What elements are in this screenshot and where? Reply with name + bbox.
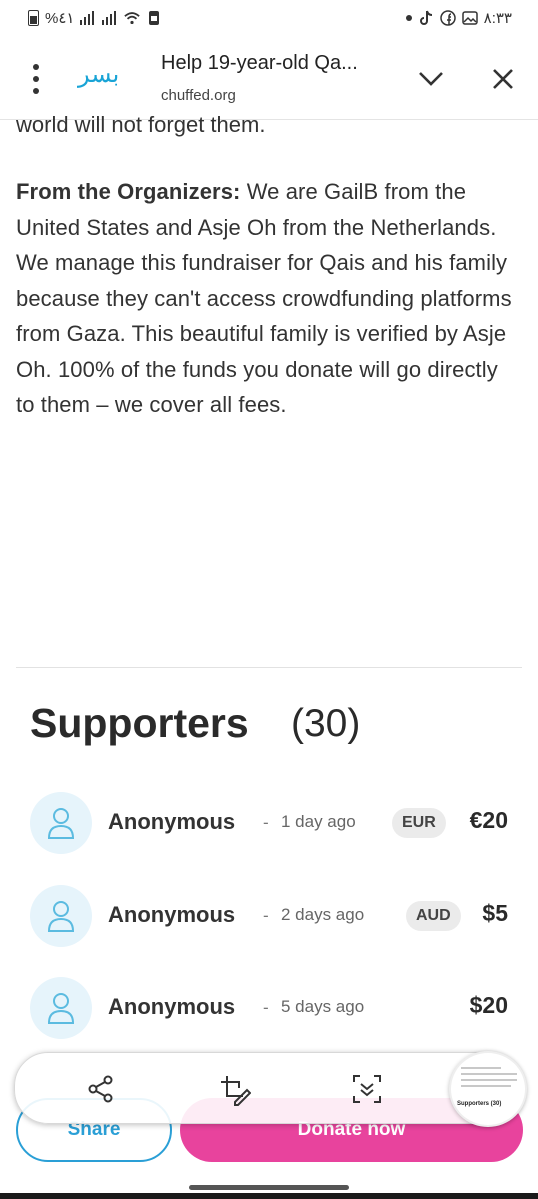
status-right: ٨:٣٣ xyxy=(405,9,512,27)
supporter-name: Anonymous xyxy=(108,809,236,834)
donation-amount: $20 xyxy=(469,992,508,1018)
supporter-row: Anonymous - 1 day ago EUR €20 xyxy=(30,792,508,854)
avatar xyxy=(30,792,92,854)
donation-amount: €20 xyxy=(469,807,508,833)
section-divider xyxy=(16,667,522,668)
supporter-time: 1 day ago xyxy=(281,812,356,831)
battery-icon xyxy=(28,10,39,26)
supporter-name: Anonymous xyxy=(108,902,236,927)
battery-percent: %٤١ xyxy=(45,10,75,27)
currency-badge: EUR xyxy=(392,808,446,838)
page-title: Help 19-year-old Qa... xyxy=(161,52,358,74)
home-indicator[interactable] xyxy=(189,1185,349,1190)
more-dot-icon xyxy=(33,76,39,82)
thumb-line xyxy=(461,1073,517,1075)
avatar xyxy=(30,885,92,947)
wifi-icon xyxy=(124,10,141,26)
supporters-heading: Supporters xyxy=(30,700,249,746)
organizers-paragraph: From the Organizers: We are GailB from t… xyxy=(16,174,522,423)
currency-badge: AUD xyxy=(406,901,461,931)
screenshot-toolbar: Supporters (30) xyxy=(14,1051,527,1127)
donation-amount: $5 xyxy=(482,900,508,926)
page-url: chuffed.org xyxy=(161,87,236,104)
thumb-line xyxy=(461,1067,501,1069)
bottom-edge xyxy=(0,1193,538,1199)
more-options-button[interactable] xyxy=(24,64,48,94)
scroll-capture-icon[interactable] xyxy=(349,1071,385,1107)
supporter-separator: - xyxy=(263,813,269,832)
site-logo: بسر xyxy=(78,60,120,88)
user-icon xyxy=(47,808,75,839)
status-left: %٤١ xyxy=(28,9,162,27)
more-dot-icon xyxy=(33,64,39,70)
thumb-line xyxy=(461,1079,517,1081)
supporter-separator: - xyxy=(263,906,269,925)
sim-icon xyxy=(146,10,162,26)
clipped-text-line: world will not forget them. xyxy=(16,112,266,137)
supporter-row: Anonymous - 5 days ago $20 xyxy=(30,977,508,1039)
supporter-time: 2 days ago xyxy=(281,905,365,924)
thumb-line xyxy=(461,1085,511,1087)
supporter-name: Anonymous xyxy=(108,994,236,1019)
signal-icon xyxy=(80,10,96,26)
signal-icon-2 xyxy=(102,10,118,26)
organizers-label: From the Organizers: xyxy=(16,179,241,204)
supporter-separator: - xyxy=(263,998,269,1017)
browser-toolbar: بسر Help 19-year-old Qa... chuffed.org xyxy=(0,36,538,120)
avatar xyxy=(30,977,92,1039)
facebook-icon xyxy=(439,10,456,26)
organizers-text: We are GailB from the United States and … xyxy=(16,179,512,417)
clock: ٨:٣٣ xyxy=(483,10,512,27)
crop-edit-icon[interactable] xyxy=(216,1071,252,1107)
user-icon xyxy=(47,993,75,1024)
notification-dot-icon xyxy=(405,15,412,21)
share-icon[interactable] xyxy=(83,1071,119,1107)
gallery-icon xyxy=(461,10,478,26)
supporters-count: (30) xyxy=(291,702,361,745)
thumbnail-label: Supporters (30) xyxy=(457,1101,502,1107)
supporter-row: Anonymous - 2 days ago AUD $5 xyxy=(30,885,508,947)
more-dot-icon xyxy=(33,88,39,94)
chevron-down-icon[interactable] xyxy=(414,62,448,96)
close-icon[interactable] xyxy=(486,62,520,96)
status-bar: %٤١ ٨:٣٣ xyxy=(0,0,538,36)
supporter-time: 5 days ago xyxy=(281,997,365,1016)
user-icon xyxy=(47,901,75,932)
screenshot-thumbnail[interactable]: Supporters (30) xyxy=(449,1051,527,1127)
tiktok-icon xyxy=(418,10,434,26)
